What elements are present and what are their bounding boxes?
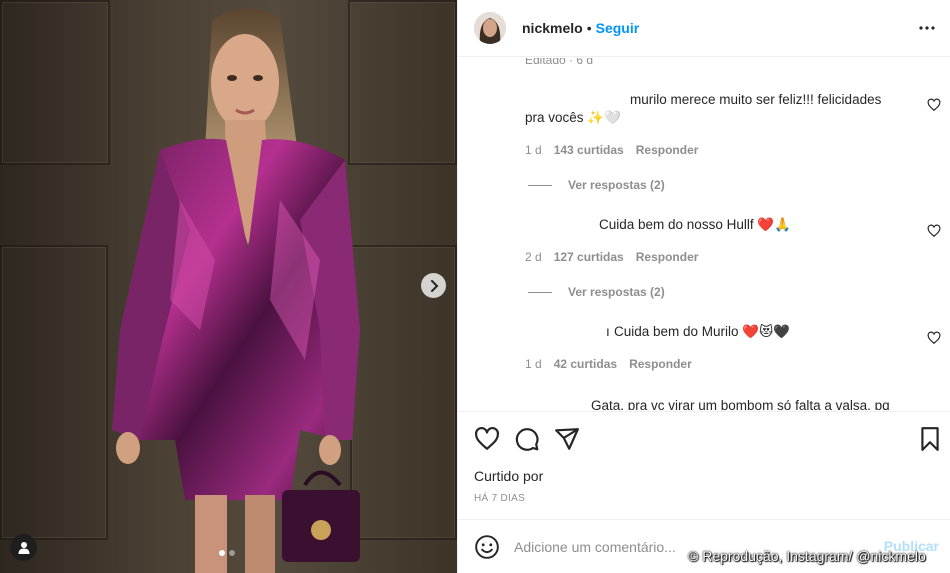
emoji-icon[interactable] [474, 534, 500, 560]
post-actions: Curtido por HÁ 7 DIAS [458, 411, 950, 511]
comment-meta: 2 d 127 curtidas Responder [525, 250, 698, 264]
reply-button[interactable]: Responder [629, 357, 692, 371]
post-timestamp: HÁ 7 DIAS [474, 493, 526, 504]
comment-meta: 1 d 143 curtidas Responder [525, 143, 698, 157]
heart-icon[interactable] [927, 224, 941, 238]
bookmark-icon[interactable] [917, 426, 943, 452]
comment-age: 2 d [525, 250, 542, 264]
view-replies-button[interactable]: Ver respostas (2) [528, 285, 665, 299]
chevron-right-icon [430, 279, 438, 292]
comment-text: Cuida bem do nosso Hullf ❤️🙏 [599, 217, 791, 232]
comment-prefix: ı [606, 324, 610, 339]
avatar-image [474, 12, 506, 44]
reply-button[interactable]: Responder [636, 250, 699, 264]
comment-composer: Publicar [458, 519, 950, 573]
liked-by-text[interactable]: Curtido por [474, 468, 543, 484]
carousel-next-button[interactable] [421, 273, 446, 298]
post-header: nickmelo • Seguir [458, 0, 950, 57]
comment-age: 1 d [525, 143, 542, 157]
comment-likes[interactable]: 42 curtidas [554, 357, 617, 371]
follow-button[interactable]: Seguir [596, 20, 640, 36]
carousel-indicator [219, 550, 235, 556]
post-photo[interactable] [0, 0, 457, 573]
heart-icon[interactable] [474, 426, 500, 452]
separator-dot: • [586, 20, 592, 36]
caption-meta: Editado · 6 d [525, 58, 594, 67]
heart-icon[interactable] [927, 331, 941, 345]
comment-meta: 1 d 42 curtidas Responder [525, 357, 692, 371]
comment-age: 1 d [525, 357, 542, 371]
username[interactable]: nickmelo [522, 20, 583, 36]
more-options-button[interactable] [917, 20, 937, 36]
comment-text: murilo merece muito ser feliz!!! felicid… [630, 92, 882, 107]
comments-list[interactable]: Editado · 6 d murilo merece muito ser fe… [458, 58, 950, 410]
comment-likes[interactable]: 127 curtidas [554, 250, 624, 264]
post-sidebar: nickmelo • Seguir Editado · 6 d murilo m… [457, 0, 950, 573]
reply-button[interactable]: Responder [636, 143, 699, 157]
divider [528, 291, 552, 293]
share-icon[interactable] [554, 426, 580, 452]
comment-icon[interactable] [514, 426, 540, 452]
carousel-dot [229, 550, 235, 556]
view-replies-button[interactable]: Ver respostas (2) [528, 178, 665, 192]
divider [528, 184, 552, 186]
carousel-dot-active [219, 550, 225, 556]
user-tags-button[interactable] [10, 534, 37, 561]
comment-text: Cuida bem do Murilo ❤️😻🖤 [614, 324, 791, 339]
avatar[interactable] [474, 12, 506, 44]
heart-icon[interactable] [927, 98, 941, 112]
credit-watermark: © Reprodução, Instagram/ @nickmelo [688, 548, 926, 564]
comment-text: pra vocês ✨🤍 [525, 110, 621, 125]
model-illustration [112, 8, 360, 573]
user-tag-icon [18, 542, 29, 554]
comment-likes[interactable]: 143 curtidas [554, 143, 624, 157]
comment-text: Gata, pra vc virar um bombom só falta a … [591, 398, 890, 410]
more-options-icon [919, 26, 935, 30]
